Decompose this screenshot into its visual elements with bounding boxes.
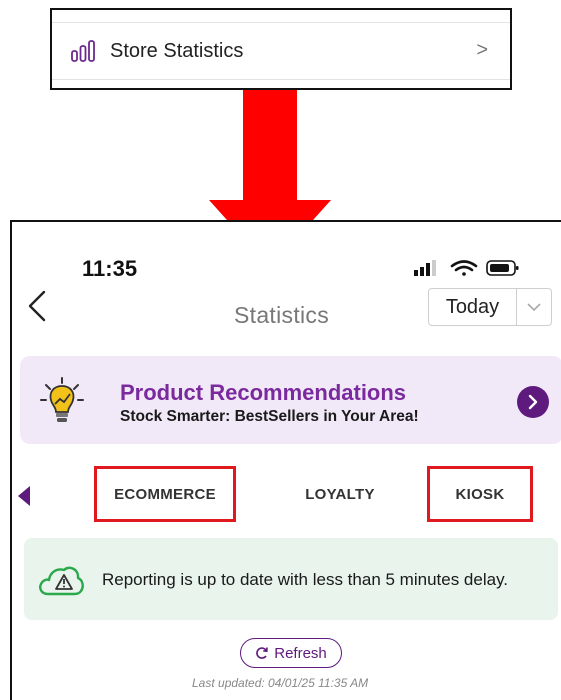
stats-tabs: ECOMMERCE LOYALTY KIOSK <box>12 466 561 526</box>
refresh-label: Refresh <box>274 644 327 662</box>
reporting-status-message: Reporting is up to date with less than 5… <box>102 570 509 589</box>
cloud-warning-icon <box>39 566 84 596</box>
tab-kiosk[interactable]: KIOSK <box>427 466 533 522</box>
tab-loyalty[interactable]: LOYALTY <box>280 466 400 522</box>
store-statistics-callout: Store Statistics > <box>50 8 512 90</box>
product-recommendations-banner[interactable]: Product Recommendations Stock Smarter: B… <box>20 356 561 444</box>
refresh-button[interactable]: Refresh <box>240 638 342 668</box>
chevron-right-icon <box>528 394 538 410</box>
promo-subtitle: Stock Smarter: BestSellers in Your Area! <box>120 408 419 425</box>
period-select-value: Today <box>429 289 517 325</box>
promo-go-button[interactable] <box>517 386 549 418</box>
battery-icon <box>486 260 519 276</box>
bar-chart-icon <box>71 40 95 62</box>
last-updated-text: Last updated: 04/01/25 11:35 AM <box>192 676 369 690</box>
status-time: 11:35 <box>82 256 138 281</box>
status-icons <box>414 260 519 276</box>
period-select[interactable]: Today <box>428 288 552 326</box>
refresh-icon <box>256 647 269 659</box>
store-statistics-label: Store Statistics <box>110 39 244 62</box>
back-chevron-icon[interactable] <box>26 288 48 324</box>
chevron-right-icon: > <box>476 39 488 61</box>
wifi-icon <box>450 260 478 276</box>
lightbulb-icon <box>40 377 84 422</box>
tab-ecommerce[interactable]: ECOMMERCE <box>94 466 236 522</box>
phone-screen: 11:35 Statistics Today Product Recommend… <box>10 220 561 700</box>
signal-icon <box>414 260 436 276</box>
promo-headline: Product Recommendations <box>120 380 407 405</box>
store-statistics-menu-item[interactable]: Store Statistics > <box>52 22 510 80</box>
reporting-status-notice: Reporting is up to date with less than 5… <box>24 538 558 620</box>
page-title: Statistics <box>234 302 330 328</box>
chevron-down-icon <box>517 289 551 325</box>
tabs-prev-arrow-icon[interactable] <box>18 486 30 506</box>
